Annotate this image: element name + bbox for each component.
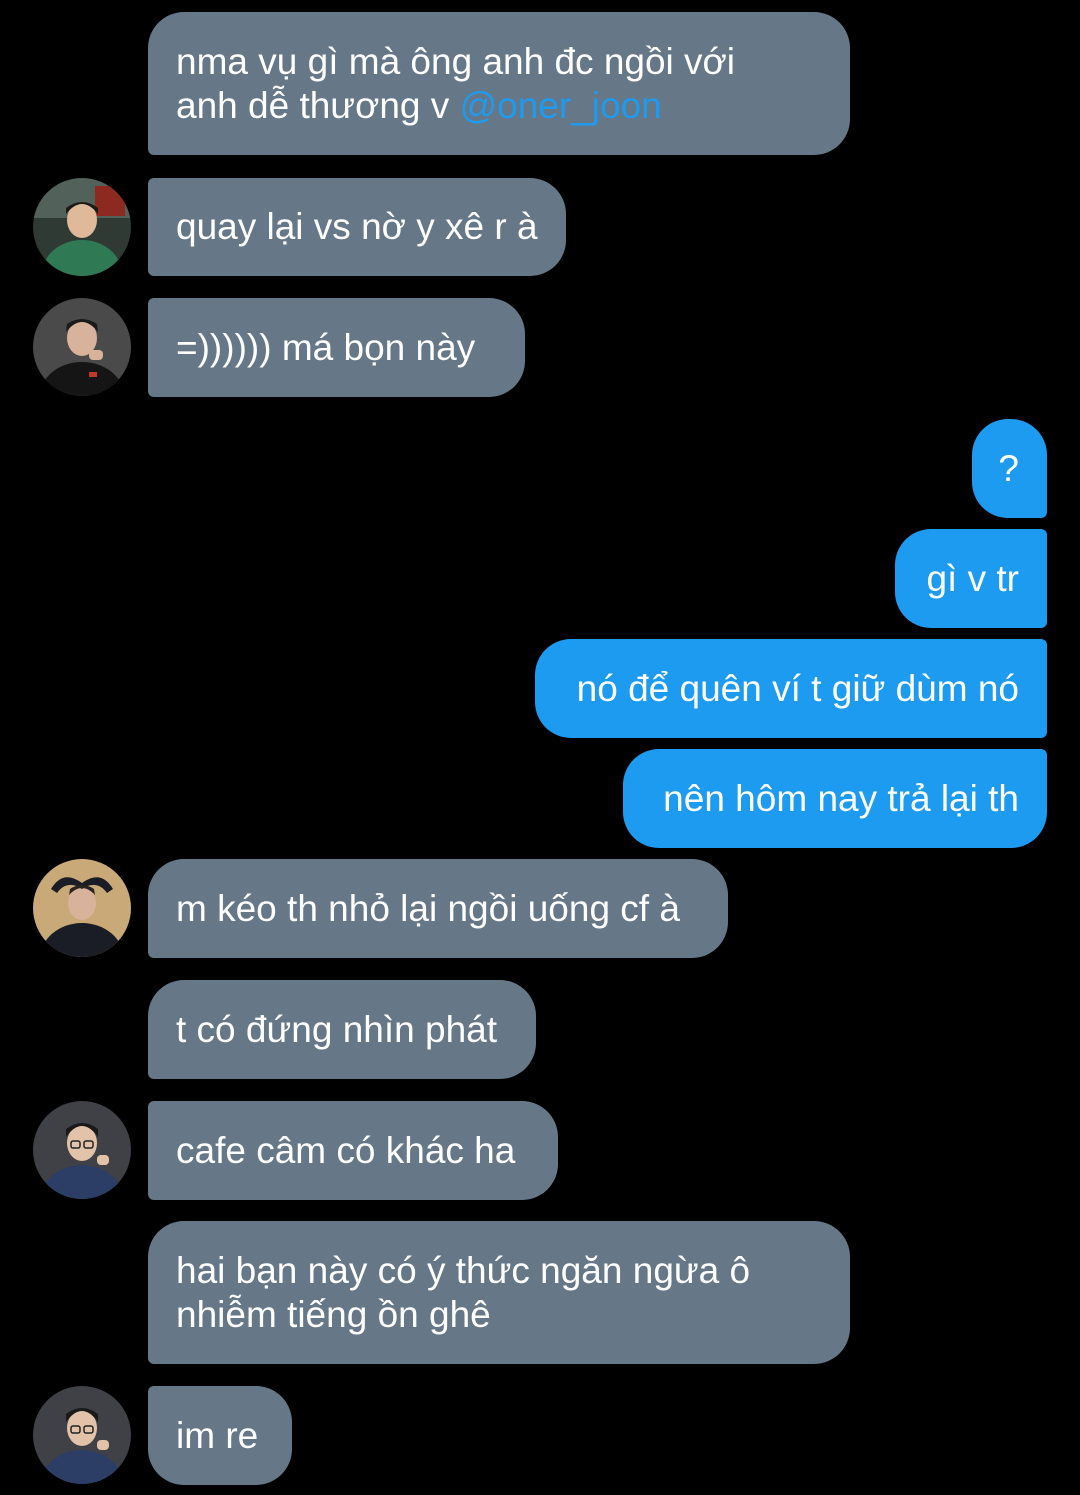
avatar-glasses-image	[33, 1386, 131, 1484]
message-text: nma vụ gì mà ông anh đc ngồi với anh dễ …	[176, 40, 736, 126]
message-text: t có đứng nhìn phát	[176, 1008, 498, 1050]
avatar-green-jacket[interactable]	[33, 178, 131, 276]
message-text: m kéo th nhỏ lại ngồi uống cf à	[176, 887, 680, 929]
message-text: im re	[176, 1414, 259, 1456]
message-bubble-incoming[interactable]: quay lại vs nờ y xê r à	[148, 178, 566, 276]
message-text: ?	[998, 447, 1019, 489]
message-bubble-incoming[interactable]: m kéo th nhỏ lại ngồi uống cf à	[148, 859, 728, 958]
message-text: nó để quên ví t giữ dùm nó	[576, 667, 1019, 709]
avatar-glasses[interactable]	[33, 1386, 131, 1484]
message-bubble-outgoing[interactable]: nó để quên ví t giữ dùm nó	[535, 639, 1047, 738]
avatar-black-shirt[interactable]	[33, 298, 131, 396]
message-text: hai bạn này có ý thức ngăn ngừa ô nhiễm …	[176, 1249, 751, 1335]
message-bubble-incoming[interactable]: cafe câm có khác ha	[148, 1101, 558, 1200]
message-text: gì v tr	[926, 557, 1019, 599]
message-thread: nma vụ gì mà ông anh đc ngồi với anh dễ …	[0, 0, 1080, 1495]
message-text: nên hôm nay trả lại th	[663, 777, 1019, 819]
message-text: cafe câm có khác ha	[176, 1129, 516, 1171]
message-bubble-incoming[interactable]: t có đứng nhìn phát	[148, 980, 536, 1079]
avatar-glasses[interactable]	[33, 1101, 131, 1199]
message-bubble-incoming[interactable]: im re	[148, 1386, 292, 1485]
avatar-green-jacket-image	[33, 178, 131, 276]
message-bubble-incoming[interactable]: hai bạn này có ý thức ngăn ngừa ô nhiễm …	[148, 1221, 850, 1364]
avatar-hands-on-head-image	[33, 859, 131, 957]
mention-link[interactable]: @oner_joon	[460, 85, 662, 126]
avatar-black-shirt-image	[33, 298, 131, 396]
avatar-glasses-image	[33, 1101, 131, 1199]
message-bubble-outgoing[interactable]: gì v tr	[895, 529, 1047, 628]
message-bubble-outgoing[interactable]: ?	[972, 419, 1047, 518]
message-bubble-incoming[interactable]: =)))))) má bọn này	[148, 298, 525, 397]
avatar-hands-on-head[interactable]	[33, 859, 131, 957]
message-text: quay lại vs nờ y xê r à	[176, 206, 538, 247]
message-text: =)))))) má bọn này	[176, 326, 476, 368]
message-bubble-outgoing[interactable]: nên hôm nay trả lại th	[623, 749, 1047, 848]
message-bubble-incoming[interactable]: nma vụ gì mà ông anh đc ngồi với anh dễ …	[148, 12, 850, 155]
